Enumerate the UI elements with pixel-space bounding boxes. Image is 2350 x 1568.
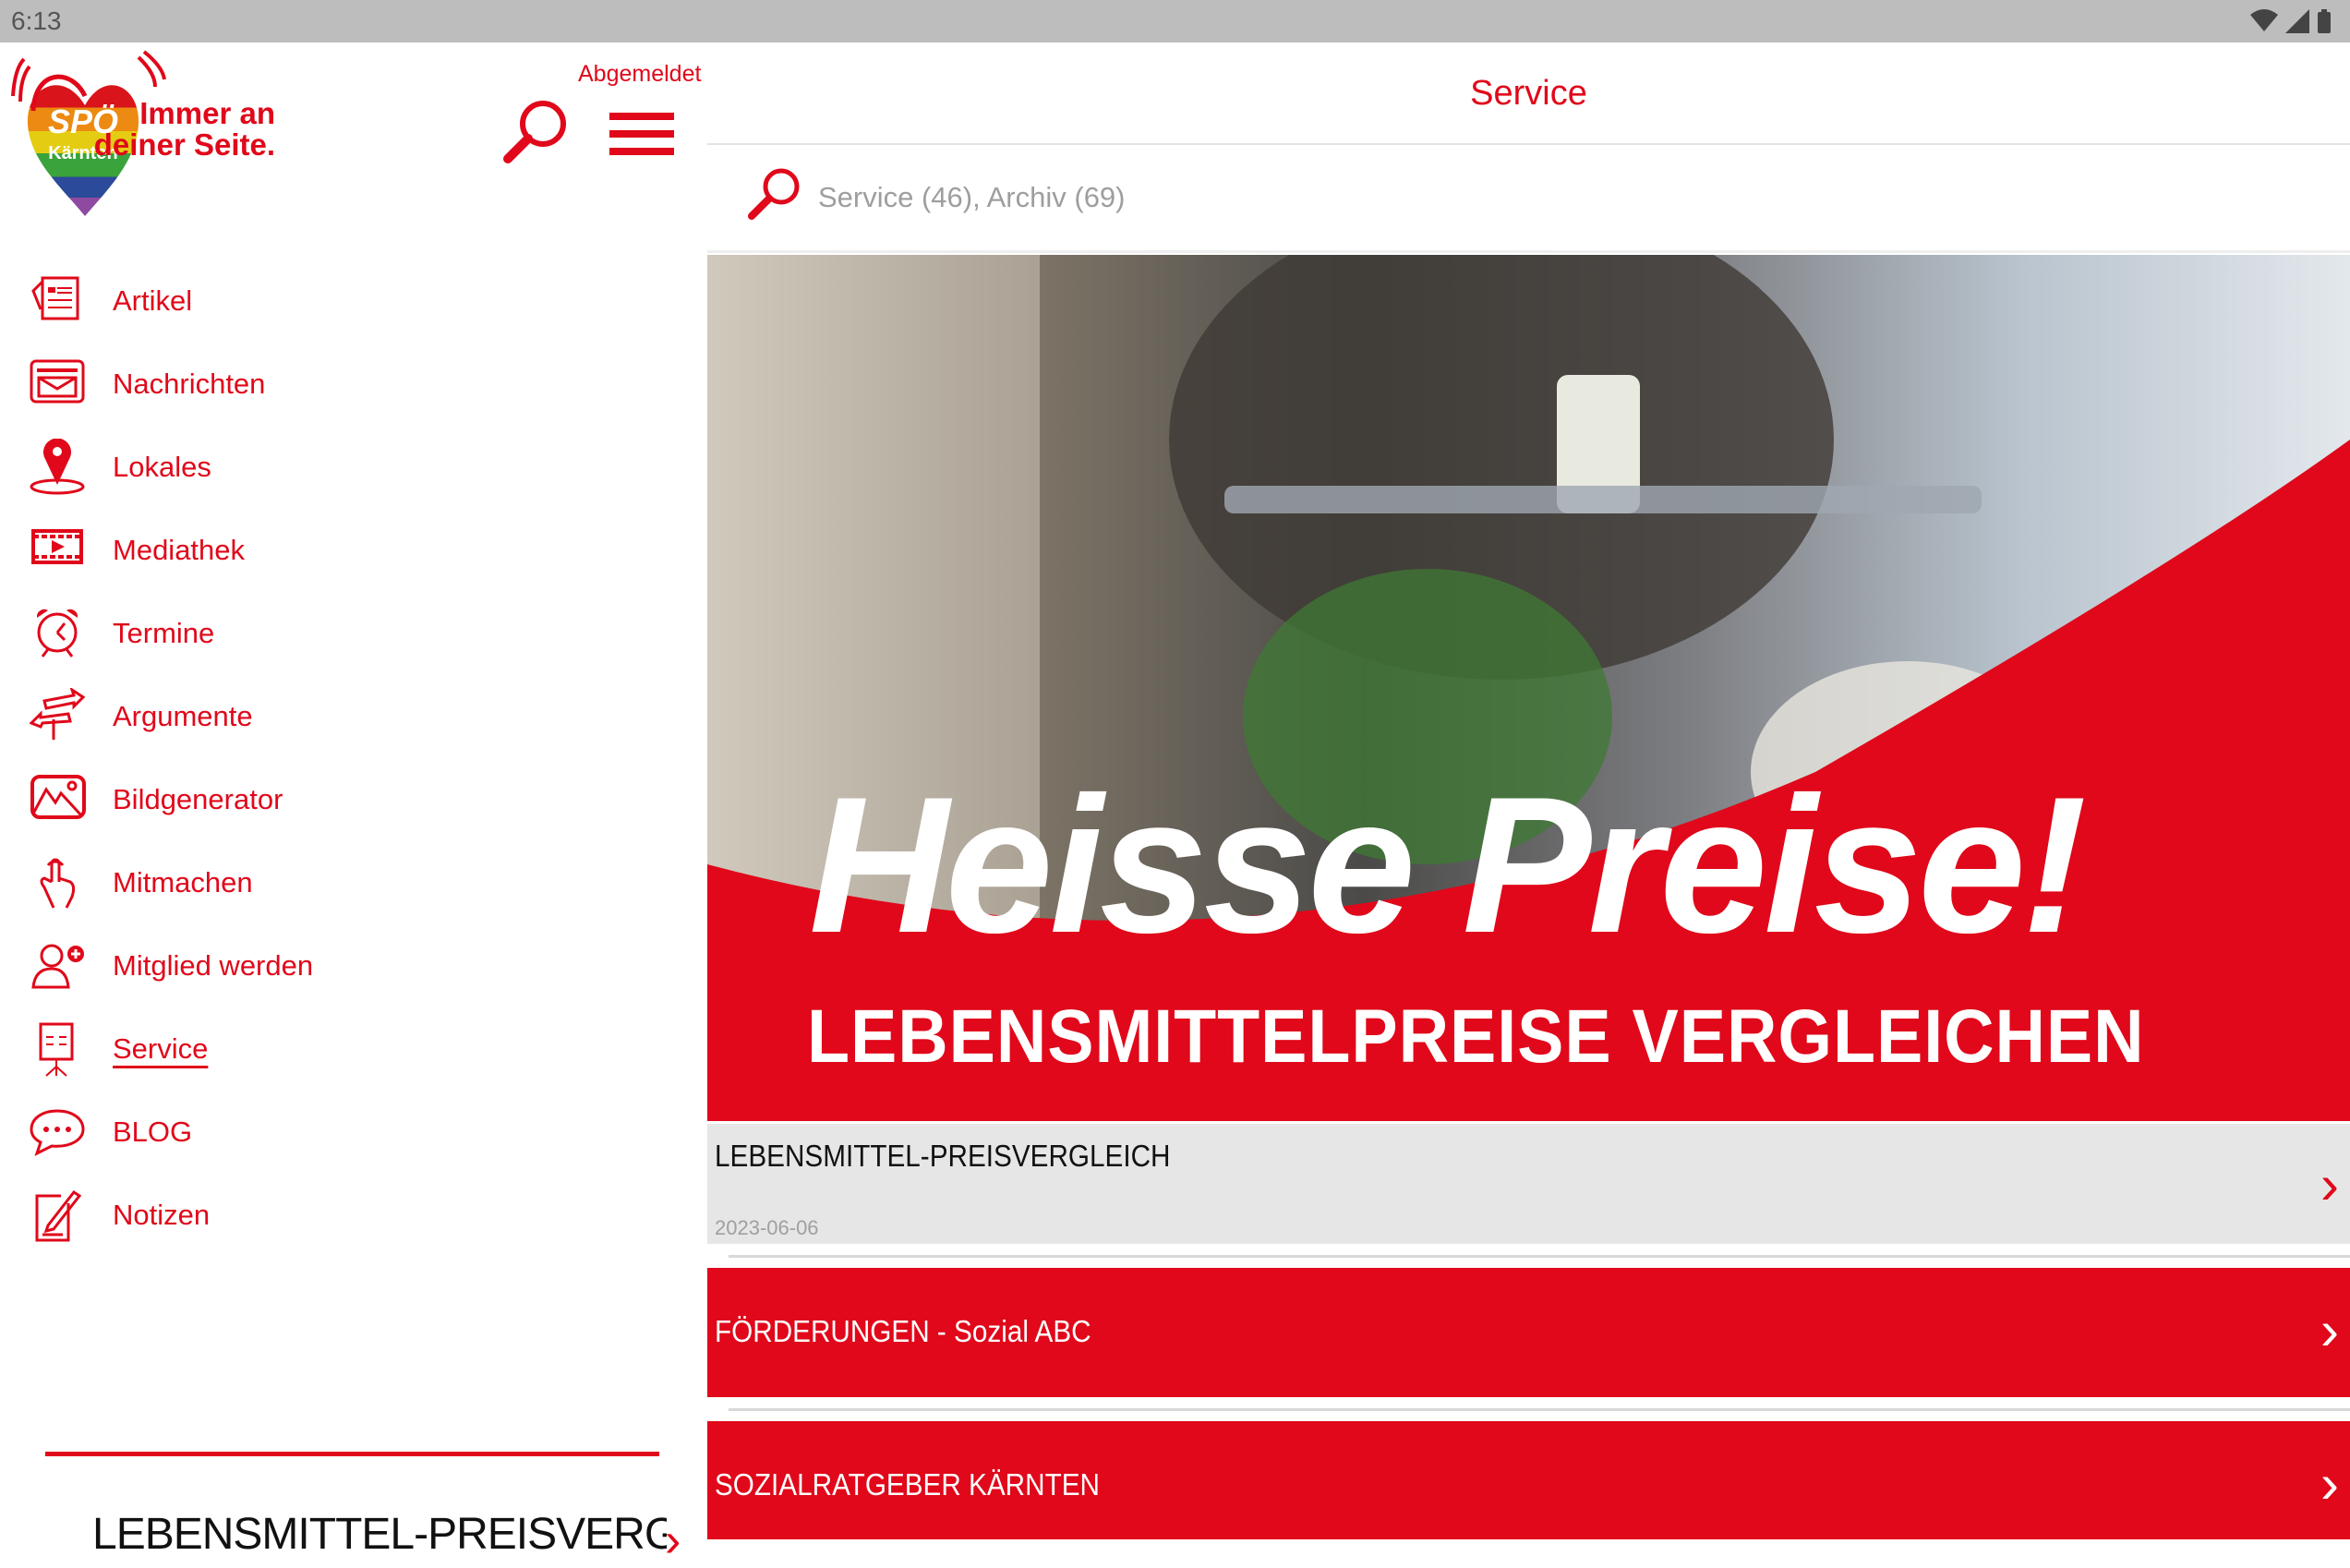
sidebar-item-nachrichten[interactable]: Nachrichten — [0, 347, 707, 421]
menu-button[interactable] — [609, 113, 674, 155]
chevron-right-icon: › — [2320, 1453, 2339, 1514]
battery-icon — [2318, 9, 2331, 33]
sidebar-item-label: Bildgenerator — [113, 783, 283, 815]
sidebar-item-artikel[interactable]: Artikel — [0, 264, 707, 338]
notepad-icon — [35, 1189, 82, 1242]
svg-text:Immer an: Immer an — [139, 96, 275, 130]
sidebar-item-label: Mitglied werden — [113, 949, 314, 982]
sidebar-item-mitmachen[interactable]: Mitmachen — [0, 846, 707, 920]
chevron-right-icon: › — [2320, 1299, 2339, 1361]
list-item[interactable]: SOZIALRATGEBER KÄRNTEN › — [707, 1421, 2350, 1539]
hamburger-icon — [609, 113, 674, 120]
status-bar: 6:13 — [0, 0, 2350, 42]
sidebar-item-bildgenerator[interactable]: Bildgenerator — [0, 763, 707, 837]
signal-icon — [2285, 9, 2309, 33]
sidebar-item-argumente[interactable]: Argumente — [0, 680, 707, 754]
map-pin-icon — [30, 439, 85, 495]
list-item[interactable]: LEBENSMITTEL-PREISVERGLEICH 2023-06-06 › — [707, 1124, 2350, 1244]
presentation-icon — [39, 1022, 74, 1077]
search-bar[interactable]: Service (46), Archiv (69) — [707, 146, 2350, 253]
sidebar: SPÖ Kärnten Immer an deiner Seite. Abgem… — [0, 42, 707, 1567]
sidebar-item-termine[interactable]: Termine — [0, 597, 707, 670]
item-title: SOZIALRATGEBER KÄRNTEN — [715, 1467, 1100, 1502]
status-icons — [2250, 9, 2332, 33]
sidebar-item-label: Lokales — [113, 451, 211, 483]
banner-image — [707, 255, 2350, 1121]
sidebar-item-mediathek[interactable]: Mediathek — [0, 513, 707, 587]
search-icon — [748, 168, 800, 220]
wifi-icon — [2250, 9, 2278, 31]
sidebar-item-label: Mediathek — [113, 534, 246, 566]
sidebar-item-service[interactable]: Service — [0, 1012, 707, 1086]
sidebar-item-label: Service — [113, 1032, 209, 1065]
sidebar-item-label: Mitmachen — [113, 866, 253, 899]
heart-logo-icon: SPÖ Kärnten Immer an deiner Seite. — [11, 50, 275, 216]
film-icon — [31, 529, 83, 564]
mail-icon — [30, 359, 85, 404]
banner-headline: Heisse Preise! — [809, 756, 2087, 973]
divider — [729, 1255, 2350, 1258]
item-title: LEBENSMITTEL-PREISVERGLEICH — [715, 1139, 1171, 1173]
sidebar-item-label: BLOG — [113, 1116, 193, 1148]
divider — [45, 1452, 659, 1456]
sidebar-item-notizen[interactable]: Notizen — [0, 1178, 707, 1252]
divider — [729, 1408, 2350, 1411]
sidebar-item-mitglied-werden[interactable]: Mitglied werden — [0, 929, 707, 1003]
sidebar-item-label: Nachrichten — [113, 368, 266, 400]
clock: 6:13 — [11, 6, 62, 35]
hand-pointer-icon — [40, 858, 76, 909]
newspaper-icon — [31, 276, 79, 320]
sidebar-item-label: Argumente — [113, 700, 253, 732]
image-icon — [30, 775, 86, 819]
item-title: FÖRDERUNGEN - Sozial ABC — [715, 1314, 1091, 1348]
page-title: Service — [1470, 74, 1587, 113]
chevron-right-icon: › — [2320, 1153, 2339, 1215]
search-icon — [503, 101, 566, 163]
alarm-clock-icon — [36, 609, 78, 657]
spo-logo[interactable]: SPÖ Kärnten Immer an deiner Seite. — [7, 50, 414, 225]
item-date: 2023-06-06 — [715, 1216, 819, 1239]
banner-subline: LEBENSMITTELPREISE VERGLEICHEN — [807, 995, 2145, 1079]
sidebar-item-blog[interactable]: BLOG — [0, 1095, 707, 1169]
current-item-title[interactable]: LEBENSMITTEL-PREISVERGI — [92, 1509, 667, 1560]
svg-text:deiner Seite.: deiner Seite. — [94, 127, 275, 162]
search-button[interactable] — [499, 98, 569, 168]
login-status[interactable]: Abgemeldet — [578, 61, 701, 88]
sidebar-item-label: Termine — [113, 617, 215, 649]
featured-banner[interactable]: Heisse Preise! LEBENSMITTELPREISE VERGLE… — [707, 255, 2350, 1121]
chat-bubble-icon — [30, 1109, 85, 1156]
sidebar-item-label: Artikel — [113, 284, 193, 317]
chevron-right-icon[interactable]: › — [665, 1513, 681, 1568]
sidebar-item-lokales[interactable]: Lokales — [0, 430, 707, 504]
main-content: Service Service (46), Archiv (69) Heisse… — [707, 42, 2350, 1539]
signpost-icon — [30, 688, 86, 740]
header: Service — [707, 42, 2350, 145]
search-input[interactable]: Service (46), Archiv (69) — [818, 181, 1126, 214]
list-item[interactable]: FÖRDERUNGEN - Sozial ABC › — [707, 1268, 2350, 1397]
add-user-icon — [31, 944, 84, 989]
sidebar-item-label: Notizen — [113, 1199, 211, 1231]
